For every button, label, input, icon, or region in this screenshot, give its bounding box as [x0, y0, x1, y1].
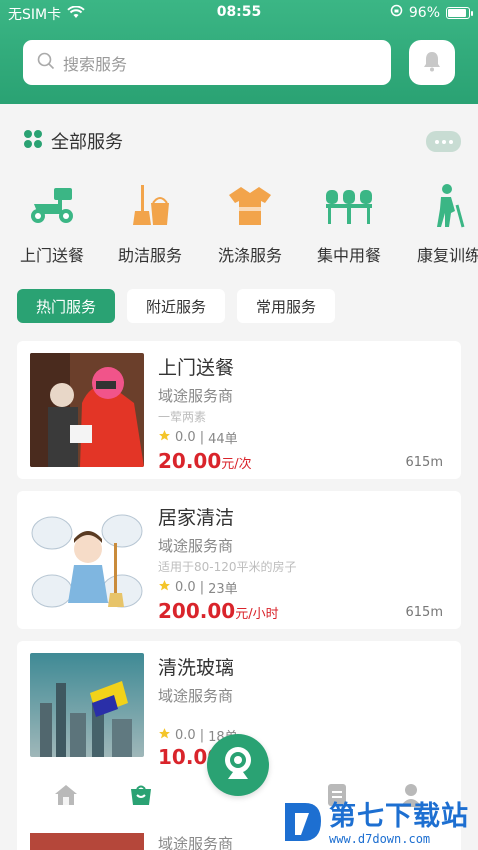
- service-image-cleaning: [30, 503, 144, 617]
- battery-icon: [446, 6, 473, 19]
- category-row: 上门送餐 助洁服务 洗涤服务 集中用餐 康复训练: [0, 180, 478, 270]
- notification-button[interactable]: [409, 40, 455, 85]
- all-services-header: 全部服务: [23, 128, 123, 154]
- service-card[interactable]: 上门送餐 域途服务商 一荤两素 0.0 | 44单 20.00元/次 615m: [17, 341, 461, 479]
- service-image: [30, 833, 144, 850]
- star-icon: [158, 727, 171, 744]
- category-cleaning[interactable]: 助洁服务: [105, 180, 195, 266]
- grid-icon: [23, 129, 43, 154]
- service-price: 200.00元/小时: [158, 599, 279, 623]
- tab-nearby-services[interactable]: 附近服务: [127, 289, 225, 323]
- tab-hot-services[interactable]: 热门服务: [17, 289, 115, 323]
- bell-icon: [422, 50, 442, 76]
- more-button[interactable]: [426, 131, 461, 152]
- service-desc: 一荤两素: [158, 410, 207, 424]
- service-provider: 域途服务商: [158, 537, 234, 555]
- service-price: 20.00元/次: [158, 449, 252, 473]
- status-bar: 无SIM卡 08:55 96%: [0, 0, 478, 26]
- watermark-title: 第七下载站: [329, 801, 469, 832]
- shirt-icon: [205, 180, 295, 232]
- service-distance: 615m: [405, 455, 443, 470]
- category-delivery[interactable]: 上门送餐: [7, 180, 97, 266]
- nav-services[interactable]: [128, 784, 154, 810]
- rotation-lock-icon: [390, 4, 403, 21]
- tab-common-services[interactable]: 常用服务: [237, 289, 335, 323]
- delivery-scooter-icon: [7, 180, 97, 232]
- service-rating: 0.0 | 23单: [158, 578, 238, 597]
- category-rehab[interactable]: 康复训练: [404, 180, 478, 266]
- service-title: 上门送餐: [158, 357, 235, 379]
- d7-logo-icon: [283, 799, 323, 849]
- search-icon: [37, 52, 55, 74]
- category-laundry[interactable]: 洗涤服务: [205, 180, 295, 266]
- nav-home[interactable]: [53, 784, 79, 810]
- search-placeholder: 搜索服务: [63, 54, 128, 74]
- service-provider: 域途服务商: [158, 835, 234, 850]
- star-icon: [158, 579, 171, 596]
- service-distance: 615m: [405, 605, 443, 620]
- service-image-delivery: [30, 353, 144, 467]
- service-provider: 域途服务商: [158, 687, 234, 705]
- service-title: 清洗玻璃: [158, 657, 235, 679]
- service-provider: 域途服务商: [158, 387, 234, 405]
- service-card[interactable]: 居家清洁 域途服务商 适用于80-120平米的房子 0.0 | 23单 200.00…: [17, 491, 461, 629]
- service-title: 居家清洁: [158, 507, 235, 529]
- camera-icon: [221, 745, 255, 785]
- star-icon: [158, 429, 171, 446]
- service-image-window: [30, 653, 144, 757]
- service-rating: 0.0 | 44单: [158, 428, 238, 447]
- camera-button[interactable]: [207, 734, 269, 796]
- watermark-logo: 第七下载站 www.d7down.com: [283, 798, 478, 850]
- home-icon: [54, 784, 78, 810]
- elderly-cane-icon: [404, 180, 478, 232]
- search-input[interactable]: 搜索服务: [23, 40, 391, 85]
- category-dining[interactable]: 集中用餐: [304, 180, 394, 266]
- dining-table-icon: [304, 180, 394, 232]
- watermark-url: www.d7down.com: [329, 832, 431, 846]
- battery-percent: 96%: [408, 4, 440, 21]
- broom-bucket-icon: [105, 180, 195, 232]
- shop-bag-icon: [129, 784, 153, 810]
- service-desc: 适用于80-120平米的房子: [158, 560, 297, 574]
- section-title: 全部服务: [51, 132, 123, 153]
